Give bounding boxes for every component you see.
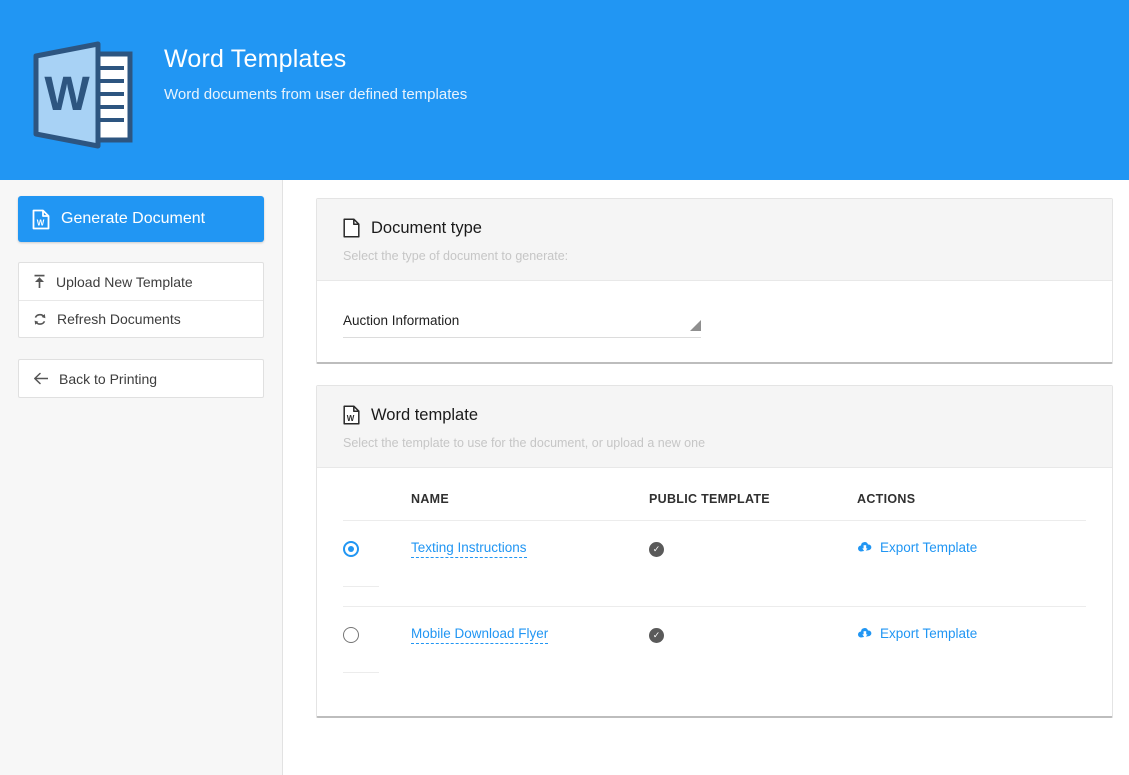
column-header-name: NAME xyxy=(411,492,649,521)
chevron-down-icon[interactable] xyxy=(690,320,701,331)
word-template-title-row: W Word template xyxy=(343,404,1086,426)
row-select-cell xyxy=(343,607,411,693)
file-outline-icon xyxy=(343,218,360,238)
sidebar-main-gap xyxy=(283,180,296,775)
row-public-cell: ✓ xyxy=(649,607,857,693)
row-select-cell xyxy=(343,521,411,607)
template-radio-texting-instructions[interactable] xyxy=(343,541,359,557)
document-type-select-row: Auction Information xyxy=(343,305,1086,338)
templates-table: NAME PUBLIC TEMPLATE ACTIONS xyxy=(343,492,1086,692)
word-file-icon: W xyxy=(32,209,50,230)
refresh-icon xyxy=(33,312,47,327)
cloud-download-icon xyxy=(857,541,873,554)
row-select-underline xyxy=(343,586,379,587)
upload-new-template-button[interactable]: Upload New Template xyxy=(19,263,263,300)
word-template-card-body: NAME PUBLIC TEMPLATE ACTIONS xyxy=(317,468,1112,716)
refresh-documents-button[interactable]: Refresh Documents xyxy=(19,300,263,337)
row-select-underline xyxy=(343,672,379,673)
body-wrapper: W Generate Document Upload New Template xyxy=(0,180,1129,775)
cloud-download-icon xyxy=(857,627,873,640)
arrow-left-icon xyxy=(33,372,49,385)
template-name-link[interactable]: Mobile Download Flyer xyxy=(411,626,548,644)
export-template-label: Export Template xyxy=(880,626,977,641)
word-document-icon: W xyxy=(18,38,148,151)
back-to-printing-button[interactable]: Back to Printing xyxy=(19,360,263,397)
word-template-card-header: W Word template Select the template to u… xyxy=(317,386,1112,468)
document-type-title: Document type xyxy=(371,217,482,239)
upload-new-template-label: Upload New Template xyxy=(56,274,193,290)
row-name-cell: Mobile Download Flyer xyxy=(411,607,649,693)
table-row: Texting Instructions ✓ xyxy=(343,521,1086,607)
sidebar: W Generate Document Upload New Template xyxy=(0,180,283,775)
export-template-label: Export Template xyxy=(880,540,977,555)
templates-table-body: Texting Instructions ✓ xyxy=(343,521,1086,693)
template-name-link[interactable]: Texting Instructions xyxy=(411,540,527,558)
svg-text:W: W xyxy=(37,218,45,227)
header-text-block: Word Templates Word documents from user … xyxy=(164,30,467,105)
column-header-public-template: PUBLIC TEMPLATE xyxy=(649,492,857,521)
document-type-card: Document type Select the type of documen… xyxy=(316,198,1113,364)
page-subtitle: Word documents from user defined templat… xyxy=(164,85,467,105)
row-public-cell: ✓ xyxy=(649,521,857,607)
document-type-select-value: Auction Information xyxy=(343,313,459,328)
table-row: Mobile Download Flyer ✓ xyxy=(343,607,1086,693)
main-content: Document type Select the type of documen… xyxy=(296,180,1129,775)
sidebar-back-group: Back to Printing xyxy=(18,359,264,398)
check-circle-icon: ✓ xyxy=(649,628,664,643)
back-to-printing-label: Back to Printing xyxy=(59,371,157,387)
upload-icon xyxy=(33,274,46,289)
templates-table-head: NAME PUBLIC TEMPLATE ACTIONS xyxy=(343,492,1086,521)
word-template-card: W Word template Select the template to u… xyxy=(316,385,1113,718)
generate-document-button[interactable]: W Generate Document xyxy=(18,196,264,242)
document-type-title-row: Document type xyxy=(343,217,1086,239)
generate-document-label: Generate Document xyxy=(61,210,205,228)
template-radio-mobile-download-flyer[interactable] xyxy=(343,627,359,643)
document-type-card-header: Document type Select the type of documen… xyxy=(317,199,1112,281)
export-template-button[interactable]: Export Template xyxy=(857,626,977,641)
export-template-button[interactable]: Export Template xyxy=(857,540,977,555)
word-template-subtitle: Select the template to use for the docum… xyxy=(343,435,1086,451)
word-template-title: Word template xyxy=(371,404,478,426)
word-file-icon: W xyxy=(343,405,360,425)
page-title: Word Templates xyxy=(164,44,467,74)
document-type-card-body: Auction Information xyxy=(317,281,1112,362)
document-type-subtitle: Select the type of document to generate: xyxy=(343,248,1086,264)
document-type-select[interactable]: Auction Information xyxy=(343,313,701,338)
svg-text:W: W xyxy=(44,68,90,121)
check-circle-icon: ✓ xyxy=(649,542,664,557)
app-header: W Word Templates Word documents from use… xyxy=(0,0,1129,180)
row-actions-cell: Export Template xyxy=(857,521,1086,607)
row-name-cell: Texting Instructions xyxy=(411,521,649,607)
templates-header-row: NAME PUBLIC TEMPLATE ACTIONS xyxy=(343,492,1086,521)
row-actions-cell: Export Template xyxy=(857,607,1086,693)
sidebar-action-group: Upload New Template Refresh Documents xyxy=(18,262,264,338)
refresh-documents-label: Refresh Documents xyxy=(57,311,181,327)
column-header-actions: ACTIONS xyxy=(857,492,1086,521)
svg-text:W: W xyxy=(347,414,355,423)
column-header-select xyxy=(343,492,411,521)
